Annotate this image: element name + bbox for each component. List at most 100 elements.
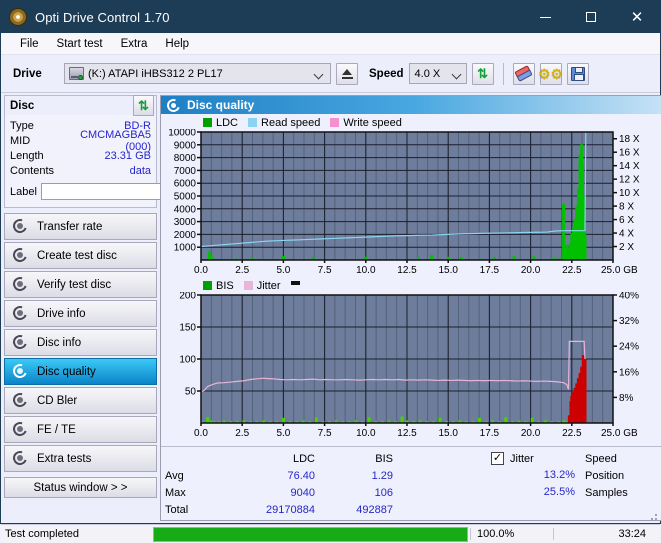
cell-avg-ldc: 76.40	[287, 469, 315, 482]
sidebar-item-transfer-rate[interactable]: Transfer rate	[4, 213, 157, 240]
sidebar-item-label: Disc info	[37, 336, 82, 349]
sidebar-item-label: CD Bler	[37, 394, 78, 407]
legend-swatch-ldc	[203, 118, 212, 127]
col-header-ldc: LDC	[292, 452, 315, 465]
sidebar-item-cd-bler[interactable]: CD Bler	[4, 387, 157, 414]
ldc-chart-legend: LDC Read speed Write speed	[165, 116, 661, 129]
window-title: Opti Drive Control 1.70	[35, 9, 170, 25]
menu-extra[interactable]: Extra	[112, 36, 157, 52]
refresh-button[interactable]: ⇅	[471, 62, 494, 85]
refresh-icon: ⇅	[138, 98, 149, 113]
speed-stat-value: 4.18 X	[647, 453, 661, 465]
svg-text:6 X: 6 X	[619, 215, 634, 226]
progress-bar-fill	[154, 527, 467, 541]
sidebar-item-label: Extra tests	[37, 452, 92, 465]
svg-text:16%: 16%	[619, 367, 639, 378]
legend-label-ldc: LDC	[216, 116, 239, 129]
svg-text:16 X: 16 X	[619, 148, 640, 159]
svg-text:2.5: 2.5	[235, 265, 249, 276]
svg-text:2000: 2000	[174, 230, 197, 241]
sidebar-item-fe-te[interactable]: FE / TE	[4, 416, 157, 443]
minimize-button[interactable]	[522, 1, 568, 33]
disc-panel: Type BD-R MID CMCMAGBA5 (000) Length 23.…	[4, 115, 249, 208]
settings-button[interactable]: ⚙⚙	[538, 62, 563, 85]
disc-test-icon	[10, 274, 30, 294]
menu-start-test[interactable]: Start test	[48, 36, 112, 52]
svg-text:0.0: 0.0	[194, 265, 208, 276]
row-label-total: Total	[165, 503, 189, 516]
drive-label: Drive	[13, 67, 42, 80]
resize-grip[interactable]	[648, 511, 658, 521]
svg-text:5000: 5000	[174, 192, 197, 203]
disc-quality-icon	[167, 99, 180, 112]
jitter-checkbox[interactable]: ✓	[491, 452, 504, 465]
menu-file[interactable]: File	[11, 36, 48, 52]
svg-text:32%: 32%	[619, 316, 639, 327]
samples-label: Samples	[585, 486, 628, 499]
disc-test-icon	[10, 448, 30, 468]
cell-max-ldc: 9040	[290, 486, 315, 499]
svg-text:1000: 1000	[174, 243, 197, 254]
speed-select[interactable]: 4.0 X	[408, 63, 467, 84]
sidebar-item-drive-info[interactable]: Drive info	[4, 300, 157, 327]
app-window: Opti Drive Control 1.70 ✕ File Start tes…	[0, 0, 661, 543]
sidebar-item-extra-tests[interactable]: Extra tests	[4, 445, 157, 472]
jitter-label: Jitter	[510, 452, 534, 465]
sidebar-item-disc-info[interactable]: Disc info	[4, 329, 157, 356]
title-bar: Opti Drive Control 1.70 ✕	[1, 1, 660, 33]
eject-button[interactable]	[336, 62, 358, 85]
position-row: Position 23862 MB	[585, 467, 661, 484]
svg-text:25.0 GB: 25.0 GB	[601, 265, 638, 276]
svg-text:20.0: 20.0	[521, 265, 541, 276]
svg-text:6000: 6000	[174, 179, 197, 190]
sidebar-item-disc-quality[interactable]: Disc quality	[4, 358, 157, 385]
samples-value: 379186	[647, 487, 661, 499]
svg-text:8000: 8000	[174, 153, 197, 164]
svg-text:7.5: 7.5	[318, 265, 332, 276]
position-label: Position	[585, 469, 625, 482]
sidebar-nav: Transfer rate Create test disc Verify te…	[4, 213, 157, 472]
sidebar-item-label: Verify test disc	[37, 278, 112, 291]
sidebar-item-label: Create test disc	[37, 249, 117, 262]
sidebar-item-create-test-disc[interactable]: Create test disc	[4, 242, 157, 269]
disc-icon	[9, 8, 27, 26]
maximize-button[interactable]	[568, 1, 614, 33]
svg-text:20.0: 20.0	[521, 428, 541, 439]
drive-select[interactable]: (K:) ATAPI iHBS312 2 PL17	[64, 63, 331, 84]
svg-text:9000: 9000	[174, 140, 197, 151]
legend-swatch-jitter	[243, 281, 253, 290]
disc-refresh-button[interactable]: ⇅	[133, 95, 154, 116]
disc-length-value: 23.31 GB	[104, 149, 151, 162]
status-window-button[interactable]: Status window > >	[4, 477, 157, 498]
disc-contents-label: Contents	[10, 164, 55, 177]
disc-contents-value: data	[129, 164, 151, 177]
toolbar-divider	[502, 62, 504, 85]
svg-text:50: 50	[185, 387, 197, 398]
svg-text:5.0: 5.0	[276, 265, 290, 276]
legend-swatch-bis	[203, 281, 212, 290]
sidebar-item-verify-test-disc[interactable]: Verify test disc	[4, 271, 157, 298]
cell-total-bis: 492887	[356, 503, 393, 516]
eject-icon	[341, 68, 353, 79]
svg-text:17.5: 17.5	[480, 265, 500, 276]
svg-text:15.0: 15.0	[438, 265, 458, 276]
svg-text:10 X: 10 X	[619, 188, 640, 199]
drive-icon	[69, 67, 84, 80]
svg-text:2 X: 2 X	[619, 242, 634, 253]
svg-text:200: 200	[179, 292, 196, 302]
samples-row: Samples 379186	[585, 484, 661, 501]
svg-text:10000: 10000	[168, 129, 196, 139]
legend-label-write-speed: Write speed	[343, 116, 402, 129]
svg-text:4 X: 4 X	[619, 229, 634, 240]
close-button[interactable]: ✕	[614, 1, 660, 33]
disc-test-icon	[10, 390, 30, 410]
erase-button[interactable]	[512, 62, 535, 85]
disc-test-icon	[10, 245, 30, 265]
save-button[interactable]	[566, 62, 589, 85]
jitter-header: ✓ Jitter	[465, 450, 585, 467]
legend-swatch-write-speed	[330, 118, 340, 127]
menu-help[interactable]: Help	[156, 36, 198, 52]
refresh-icon: ⇅	[477, 66, 488, 81]
svg-text:100: 100	[179, 355, 196, 366]
legend-label-jitter: Jitter	[256, 279, 281, 292]
